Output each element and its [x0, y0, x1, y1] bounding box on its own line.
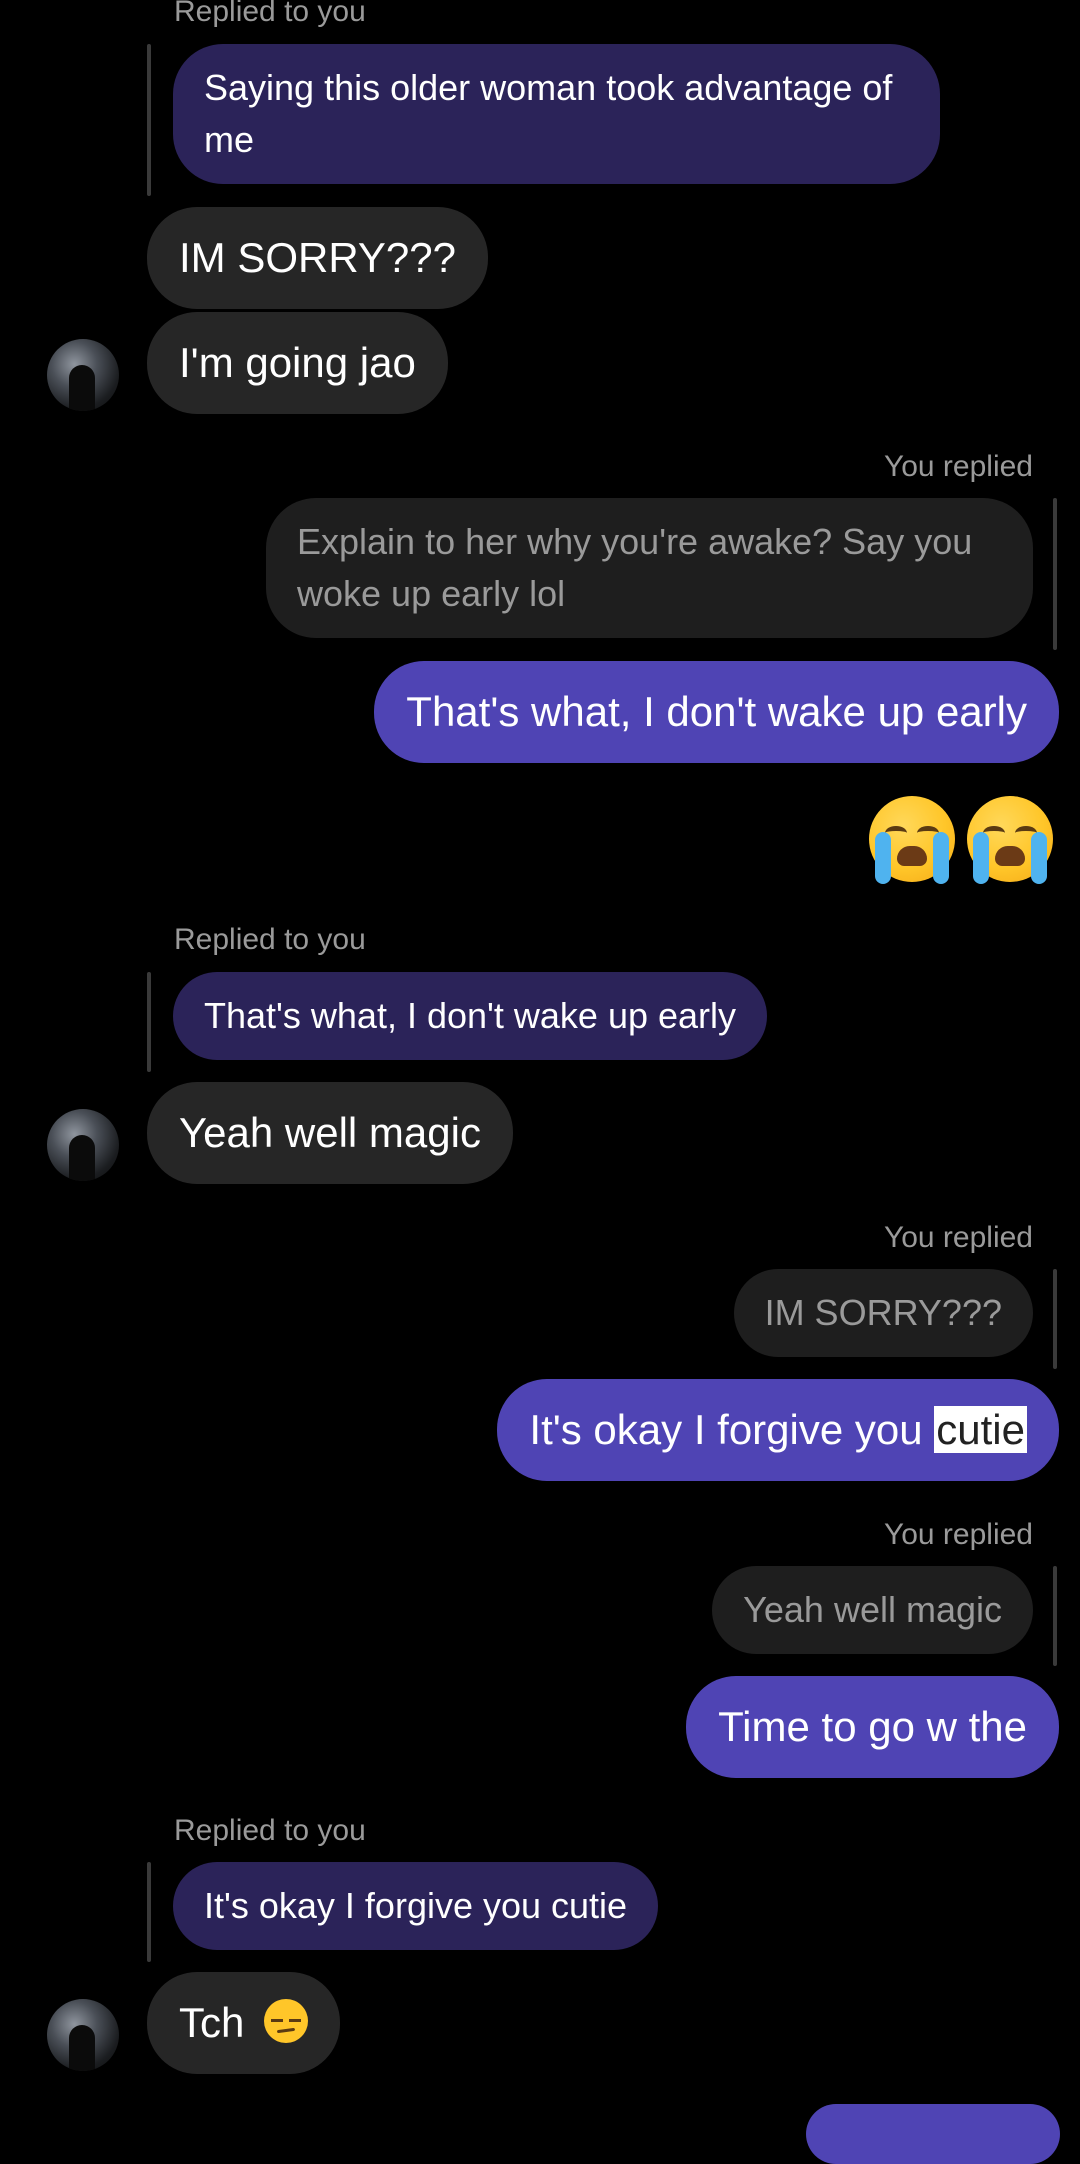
selected-text[interactable]: cutie — [934, 1406, 1027, 1453]
you-replied-label: You replied — [883, 1518, 1033, 1551]
quoted-own-message-bubble[interactable]: IM SORRY??? — [733, 1269, 1033, 1357]
incoming-message-bubble[interactable]: I'm going jao — [147, 312, 448, 414]
unamused-face-icon — [264, 1999, 309, 2043]
message-text: IM SORRY??? — [179, 234, 456, 281]
avatar-figure — [69, 1135, 95, 1181]
quoted-message-text: Yeah well magic — [743, 1589, 1002, 1630]
outgoing-message-bubble[interactable]: That's what, I don't wake up early — [374, 661, 1059, 763]
contact-avatar[interactable] — [47, 1109, 119, 1181]
quoted-message-text: Explain to her why you're awake? Say you… — [297, 521, 973, 614]
contact-avatar[interactable] — [47, 1999, 119, 2071]
message-text: I'm going jao — [179, 339, 416, 386]
quoted-message-text: Saying this older woman took advantage o… — [204, 67, 893, 160]
reply-bar — [1053, 1269, 1057, 1369]
avatar-figure — [69, 2025, 95, 2071]
contact-avatar[interactable] — [47, 339, 119, 411]
quoted-message-bubble[interactable]: That's what, I don't wake up early — [173, 972, 768, 1060]
replied-to-you-label: Replied to you — [174, 1814, 366, 1847]
you-replied-label: You replied — [883, 450, 1033, 483]
quoted-message-bubble[interactable]: Saying this older woman took advantage o… — [173, 44, 940, 184]
reply-bar — [147, 44, 151, 196]
avatar-figure — [69, 365, 95, 411]
quoted-own-message-bubble[interactable]: Yeah well magic — [712, 1566, 1033, 1654]
outgoing-message-bubble-partial[interactable] — [806, 2104, 1060, 2164]
reply-bar — [147, 972, 151, 1072]
incoming-message-bubble[interactable]: Yeah well magic — [147, 1082, 513, 1184]
incoming-message-bubble[interactable]: Tch 😒 — [147, 1972, 341, 2074]
crying-face-icon — [967, 796, 1053, 884]
message-text: Tch — [179, 1999, 245, 2046]
message-text: Time to go w the — [718, 1703, 1027, 1750]
reply-bar — [147, 1862, 151, 1962]
outgoing-message-bubble[interactable]: Time to go w the — [686, 1676, 1059, 1778]
quoted-message-text: IM SORRY??? — [764, 1292, 1002, 1333]
quoted-own-message-bubble[interactable]: Explain to her why you're awake? Say you… — [266, 498, 1033, 638]
quoted-message-bubble[interactable]: It's okay I forgive you cutie — [173, 1862, 659, 1950]
message-text: It's okay I forgive you — [529, 1406, 935, 1453]
replied-to-you-label: Replied to you — [174, 923, 366, 956]
incoming-message-bubble[interactable]: IM SORRY??? — [147, 207, 488, 309]
outgoing-message-bubble[interactable]: It's okay I forgive you cutie — [497, 1379, 1059, 1481]
replied-to-you-label: Replied to you — [174, 0, 366, 28]
quoted-message-text: It's okay I forgive you cutie — [204, 1885, 628, 1926]
message-text: Yeah well magic — [179, 1109, 481, 1156]
you-replied-label: You replied — [883, 1221, 1033, 1254]
message-text: That's what, I don't wake up early — [406, 688, 1027, 735]
crying-face-icon — [869, 796, 955, 884]
reply-bar — [1053, 1566, 1057, 1666]
quoted-message-text: That's what, I don't wake up early — [204, 995, 737, 1036]
emoji-message[interactable]: 😭😭 — [869, 796, 1057, 886]
reply-bar — [1053, 498, 1057, 650]
